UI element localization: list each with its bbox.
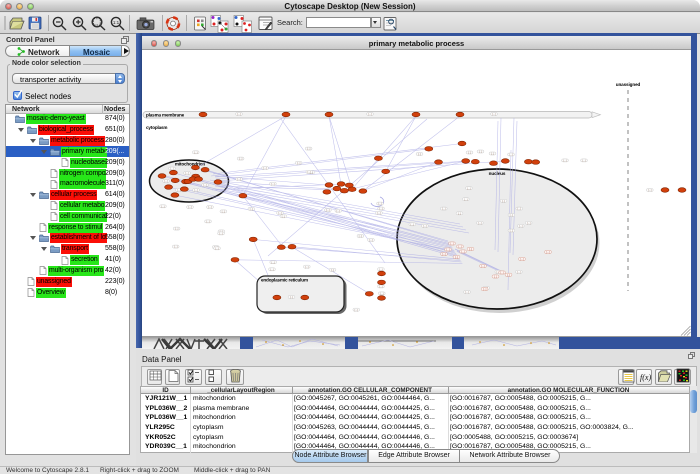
svg-text:[...]: [...] <box>239 158 243 161</box>
svg-text:[...]: [...] <box>563 160 567 163</box>
svg-text:[...]: [...] <box>282 215 286 218</box>
svg-text:nucleus: nucleus <box>489 171 506 176</box>
svg-text:[...]: [...] <box>527 222 531 225</box>
svg-text:[...]: [...] <box>337 210 341 213</box>
svg-text:[...]: [...] <box>379 208 383 211</box>
svg-text:[...]: [...] <box>250 208 254 211</box>
svg-text:mitochondrion: mitochondrion <box>175 162 206 167</box>
svg-text:[...]: [...] <box>369 239 373 242</box>
svg-text:[...]: [...] <box>174 246 178 249</box>
svg-text:[...]: [...] <box>509 154 513 157</box>
svg-text:[...]: [...] <box>271 183 275 186</box>
svg-text:[...]: [...] <box>331 269 335 272</box>
svg-text:cytoplasm: cytoplasm <box>146 125 167 130</box>
svg-text:[...]: [...] <box>458 246 462 249</box>
svg-text:[...]: [...] <box>380 293 384 296</box>
svg-text:[...]: [...] <box>461 251 465 254</box>
svg-text:[...]: [...] <box>520 258 524 261</box>
svg-text:[...]: [...] <box>368 113 372 116</box>
svg-text:[...]: [...] <box>185 172 189 175</box>
svg-text:[...]: [...] <box>219 233 223 236</box>
svg-text:1:1: 1:1 <box>113 20 120 25</box>
svg-text:[...]: [...] <box>194 189 198 192</box>
svg-text:[...]: [...] <box>648 189 652 192</box>
svg-text:[...]: [...] <box>418 153 422 156</box>
svg-text:[...]: [...] <box>510 230 514 233</box>
svg-text:endoplasmic reticulum: endoplasmic reticulum <box>261 278 308 283</box>
svg-text:[...]: [...] <box>582 160 586 163</box>
svg-text:[...]: [...] <box>492 113 496 116</box>
svg-text:[...]: [...] <box>479 151 483 154</box>
svg-text:[...]: [...] <box>263 167 267 170</box>
svg-text:[...]: [...] <box>442 253 446 256</box>
svg-text:[...]: [...] <box>379 286 383 289</box>
svg-text:[...]: [...] <box>450 243 454 246</box>
svg-text:[...]: [...] <box>468 152 472 155</box>
svg-text:[...]: [...] <box>478 222 482 225</box>
svg-text:[...]: [...] <box>379 268 383 271</box>
svg-text:[...]: [...] <box>455 256 459 259</box>
svg-text:[...]: [...] <box>502 200 506 203</box>
svg-text:[...]: [...] <box>355 309 359 312</box>
svg-text:[...]: [...] <box>270 268 274 271</box>
svg-text:[...]: [...] <box>517 271 521 274</box>
svg-text:[...]: [...] <box>290 296 294 299</box>
svg-text:[...]: [...] <box>494 276 498 279</box>
svg-text:[...]: [...] <box>237 113 241 116</box>
svg-text:[...]: [...] <box>377 212 381 215</box>
svg-text:[...]: [...] <box>215 247 219 250</box>
svg-text:[...]: [...] <box>467 187 471 190</box>
svg-text:[...]: [...] <box>297 162 301 165</box>
svg-text:[...]: [...] <box>237 178 241 181</box>
svg-text:[...]: [...] <box>446 249 450 252</box>
svg-text:[...]: [...] <box>359 235 363 238</box>
svg-text:[...]: [...] <box>161 205 165 208</box>
svg-text:[...]: [...] <box>546 251 550 254</box>
svg-text:[...]: [...] <box>305 266 309 269</box>
svg-text:[...]: [...] <box>164 180 168 183</box>
svg-text:[...]: [...] <box>510 214 514 217</box>
svg-text:unassigned: unassigned <box>616 82 641 87</box>
svg-text:[...]: [...] <box>500 272 504 275</box>
svg-text:[...]: [...] <box>326 209 330 212</box>
svg-text:[...]: [...] <box>483 288 487 291</box>
svg-text:[...]: [...] <box>464 198 468 201</box>
svg-text:[...]: [...] <box>519 225 523 228</box>
svg-text:[...]: [...] <box>272 261 276 264</box>
svg-text:[...]: [...] <box>465 291 469 294</box>
svg-text:[...]: [...] <box>469 248 473 251</box>
svg-text:[...]: [...] <box>481 265 485 268</box>
svg-text:f(x): f(x) <box>640 373 651 382</box>
svg-text:[...]: [...] <box>442 208 446 211</box>
svg-text:plasma membrane: plasma membrane <box>146 112 185 117</box>
svg-text:[...]: [...] <box>518 208 522 211</box>
svg-text:[...]: [...] <box>208 206 212 209</box>
svg-text:[...]: [...] <box>307 148 311 151</box>
svg-text:[...]: [...] <box>222 211 226 214</box>
svg-text:[...]: [...] <box>308 171 312 174</box>
svg-text:[...]: [...] <box>194 151 198 154</box>
svg-text:[...]: [...] <box>423 225 427 228</box>
svg-text:[...]: [...] <box>378 203 382 206</box>
svg-text:[...]: [...] <box>206 221 210 224</box>
svg-text:[...]: [...] <box>507 274 511 277</box>
svg-text:[...]: [...] <box>491 153 495 156</box>
svg-text:[...]: [...] <box>188 206 192 209</box>
svg-text:[...]: [...] <box>203 184 207 187</box>
svg-text:[...]: [...] <box>458 212 462 215</box>
svg-text:[...]: [...] <box>411 223 415 226</box>
svg-text:[...]: [...] <box>175 228 179 231</box>
